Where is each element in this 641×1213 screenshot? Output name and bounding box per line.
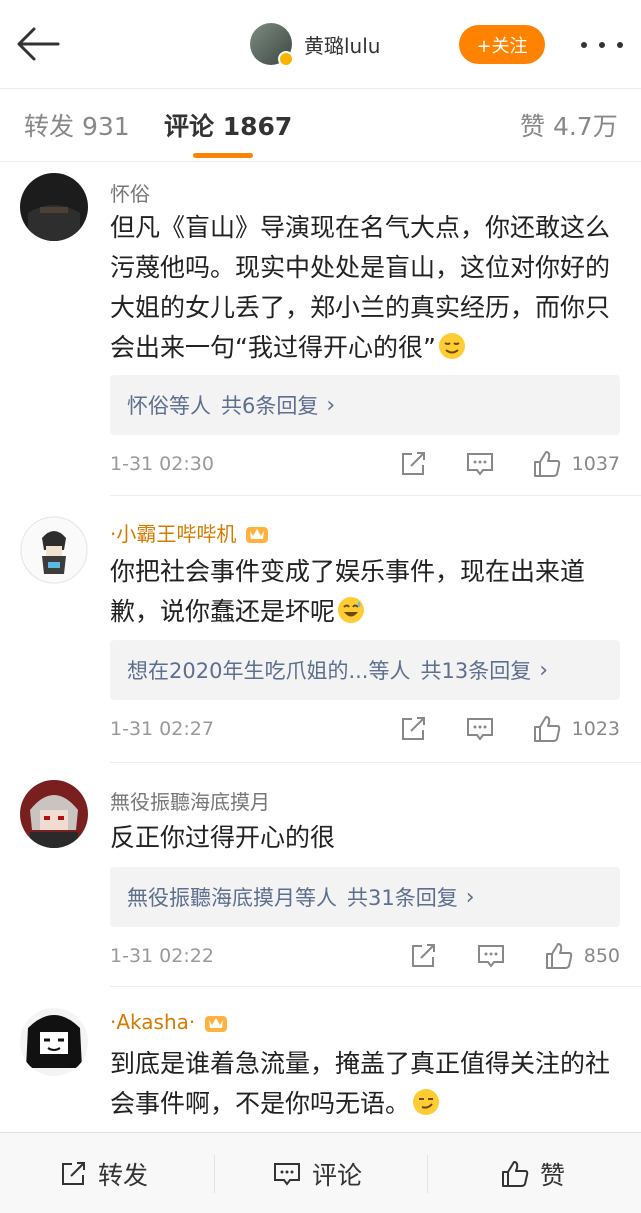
back-arrow-icon[interactable] [14,24,62,64]
repost-icon[interactable] [398,449,428,479]
tab-bar: 转发 931 评论 1867 赞 4.7万 [0,88,641,162]
commenter-name-text[interactable]: ·小霸王哔哔机 [110,518,236,547]
author-avatar[interactable] [250,23,294,67]
reply-count[interactable]: 共13条回复 [420,655,531,685]
comment-icon[interactable] [476,941,506,971]
reply-users[interactable]: 想在2020年生吃爪姐的...等人 [127,655,410,685]
chevron-right-icon: › [326,392,336,418]
more-options-icon[interactable] [578,36,626,54]
verified-badge-icon [278,51,294,67]
commenter-name[interactable]: ·小霸王哔哔机 [110,518,270,547]
like-icon[interactable] [544,941,574,971]
tab-repost[interactable]: 转发 931 [24,107,130,143]
replies-summary[interactable]: 無役振聽海底摸月等人 共31条回复 › [110,867,620,927]
comment-text: 但凡《盲山》导演现在名气大点，你还敢这么污蔑他吗。现实中处处是盲山，这位对你好的… [110,208,625,368]
commenter-name-text[interactable]: ·Akasha· [110,1010,195,1034]
reply-users[interactable]: 無役振聽海底摸月等人 [127,882,337,912]
follow-button[interactable]: +关注 [459,25,545,64]
active-tab-indicator [193,153,253,158]
separator [427,1155,428,1193]
commenter-name[interactable]: 怀俗 [110,178,150,207]
bottom-repost-label[interactable]: 转发 [98,1156,148,1192]
tab-comment[interactable]: 评论 1867 [164,107,292,143]
repost-icon [62,1162,85,1185]
comment-meta: 1-31 02:27 1023 [110,710,620,750]
divider [110,986,641,987]
reply-count[interactable]: 共31条回复 [347,882,458,912]
relieved-emoji-icon [438,333,465,359]
like-icon [502,1161,529,1187]
comment-text-content: 到底是谁着急流量，掩盖了真正值得关注的社会事件啊，不是你吗无语。 [110,1049,611,1118]
comment-icon[interactable] [465,449,495,479]
comment-text: 反正你过得开心的很 [110,818,625,858]
repost-icon[interactable] [398,714,428,744]
top-bar: 黄璐lulu +关注 [0,0,641,88]
bottom-like-button[interactable]: 赞 [500,1157,565,1191]
author-name[interactable]: 黄璐lulu [304,30,380,59]
comment-time: 1-31 02:30 [110,453,214,475]
comment-meta: 1-31 02:22 850 [110,937,620,977]
tab-like[interactable]: 赞 4.7万 [520,107,618,143]
avatar[interactable] [20,516,88,584]
comment-text-content: 但凡《盲山》导演现在名气大点，你还敢这么污蔑他吗。现实中处处是盲山，这位对你好的… [110,213,611,362]
comment-time: 1-31 02:27 [110,718,214,740]
bottom-action-bar: 转发 评论 赞 [0,1132,641,1213]
chevron-right-icon: › [465,884,475,910]
bottom-like-label[interactable]: 赞 [540,1156,565,1192]
like-icon[interactable] [532,714,562,744]
chevron-right-icon: › [539,657,549,683]
reply-users[interactable]: 怀俗等人 [127,390,211,420]
avatar[interactable] [20,1008,88,1076]
avatar[interactable] [20,780,88,848]
smirk-emoji-icon [413,1089,440,1115]
like-count: 1037 [571,453,620,475]
comment-time: 1-31 02:22 [110,945,214,967]
sweat-smile-emoji-icon [338,597,365,623]
repost-icon[interactable] [408,941,438,971]
comment-text-content: 反正你过得开心的很 [110,823,336,852]
replies-summary[interactable]: 怀俗等人 共6条回复 › [110,375,620,435]
commenter-name-text[interactable]: 怀俗 [110,178,150,207]
vip-crown-icon [205,1016,228,1032]
post-author[interactable]: 黄璐lulu [250,22,380,67]
like-count: 1023 [571,718,620,740]
bottom-repost-button[interactable]: 转发 [58,1157,148,1191]
divider [110,762,641,763]
commenter-name[interactable]: ·Akasha· [110,1010,229,1034]
commenter-name-text[interactable]: 無役振聽海底摸月 [110,786,270,815]
comment-text: 到底是谁着急流量，掩盖了真正值得关注的社会事件啊，不是你吗无语。 [110,1044,625,1124]
comment-meta: 1-31 02:30 1037 [110,445,620,485]
replies-summary[interactable]: 想在2020年生吃爪姐的...等人 共13条回复 › [110,640,620,700]
vip-crown-icon [246,526,269,543]
comment-icon[interactable] [465,714,495,744]
bottom-comment-label[interactable]: 评论 [312,1156,362,1192]
divider [110,495,641,496]
like-icon[interactable] [532,449,562,479]
separator [214,1155,215,1193]
bottom-comment-button[interactable]: 评论 [272,1157,362,1191]
like-count: 850 [583,945,620,967]
comment-icon [274,1163,300,1186]
comment-text: 你把社会事件变成了娱乐事件，现在出来道歉，说你蠢还是坏呢 [110,552,625,632]
reply-count[interactable]: 共6条回复 [221,390,318,420]
avatar[interactable] [20,173,88,241]
commenter-name[interactable]: 無役振聽海底摸月 [110,786,270,815]
